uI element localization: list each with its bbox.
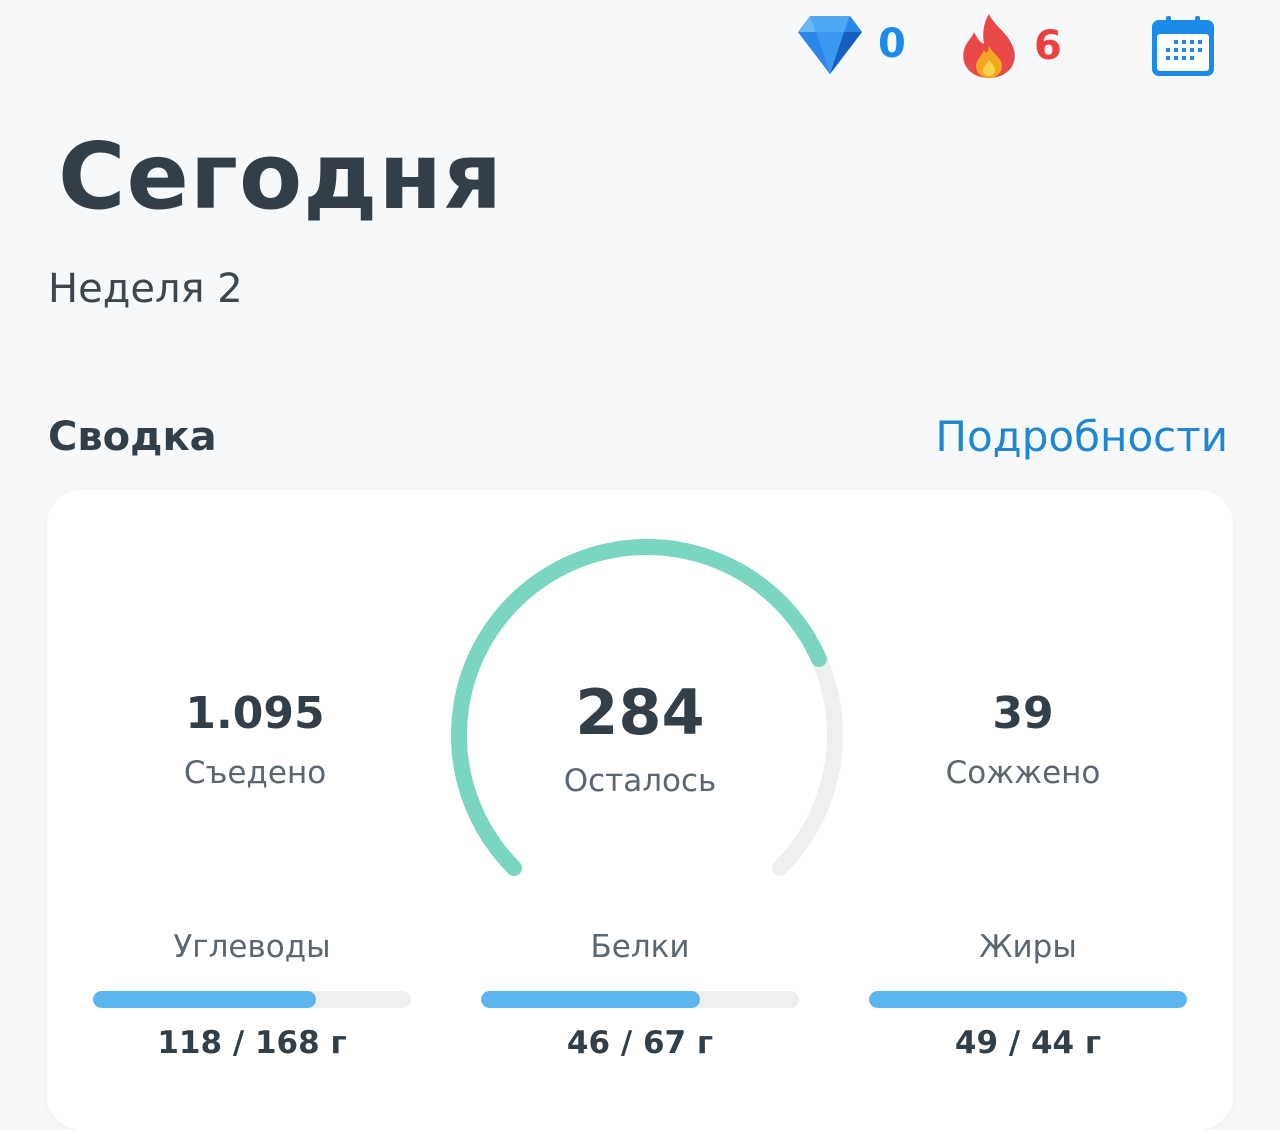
carbs-progress-bar — [93, 991, 411, 1008]
remaining-value: 284 — [575, 676, 705, 749]
calendar-button[interactable] — [1150, 16, 1216, 78]
top-bar: 0 6 — [0, 0, 1280, 100]
streak-count: 6 — [1034, 23, 1062, 69]
carbs-values: 118 / 168 г — [157, 1025, 347, 1061]
summary-card: 1.095 Съедено 284 Осталось 39 Сожжено Уг… — [47, 490, 1233, 1130]
protein-progress-bar — [481, 991, 799, 1008]
fat-progress-bar — [869, 991, 1187, 1008]
details-link[interactable]: Подробности — [935, 412, 1228, 461]
protein-progress-fill — [481, 991, 701, 1008]
eaten-value: 1.095 — [185, 688, 325, 739]
fat-progress-fill — [869, 991, 1187, 1008]
eaten-stat: 1.095 Съедено — [105, 692, 405, 789]
protein-values: 46 / 67 г — [566, 1025, 714, 1061]
diamond-icon — [798, 16, 862, 74]
macro-carbs: Углеводы 118 / 168 г — [93, 932, 411, 1059]
fat-values: 49 / 44 г — [954, 1025, 1102, 1061]
eaten-label: Съедено — [183, 755, 327, 791]
protein-label: Белки — [590, 929, 690, 965]
gems-counter[interactable]: 0 — [796, 12, 906, 76]
burned-label: Сожжено — [945, 755, 1101, 791]
summary-title: Сводка — [48, 414, 217, 460]
fat-label: Жиры — [979, 929, 1077, 965]
flame-icon — [963, 14, 1015, 78]
week-label: Неделя 2 — [48, 266, 243, 312]
burned-stat: 39 Сожжено — [873, 692, 1173, 789]
macro-protein: Белки 46 / 67 г — [481, 932, 799, 1059]
remaining-stat: 284 Осталось — [490, 682, 790, 797]
page-title: Сегодня — [58, 123, 504, 230]
gems-count: 0 — [878, 21, 906, 67]
streak-counter[interactable]: 6 — [958, 12, 1062, 80]
burned-value: 39 — [992, 688, 1054, 739]
remaining-label: Осталось — [563, 763, 717, 799]
carbs-label: Углеводы — [173, 929, 331, 965]
carbs-progress-fill — [93, 991, 316, 1008]
calendar-icon — [1152, 16, 1214, 76]
macro-fat: Жиры 49 / 44 г — [869, 932, 1187, 1059]
